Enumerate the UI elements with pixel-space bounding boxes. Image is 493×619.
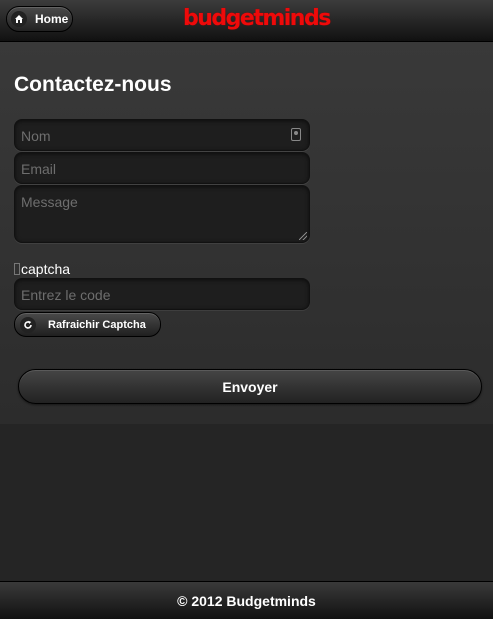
home-button-label: Home (35, 12, 69, 26)
captcha-image: captcha (14, 261, 70, 277)
name-placeholder: Nom (21, 128, 51, 144)
email-placeholder: Email (21, 161, 57, 177)
refresh-icon (20, 316, 36, 333)
broken-image-icon (14, 263, 20, 275)
contact-card-icon[interactable] (291, 128, 301, 141)
captcha-code-placeholder: Entrez le code (21, 287, 111, 303)
captcha-alt-text: captcha (21, 261, 71, 277)
footer-copyright: © 2012 Budgetminds (177, 592, 316, 609)
name-field[interactable]: Nom (14, 119, 310, 151)
footer: © 2012 Budgetminds (0, 581, 493, 619)
submit-button[interactable]: Envoyer (18, 369, 482, 404)
refresh-captcha-button[interactable]: Rafraichir Captcha (14, 312, 161, 337)
message-field[interactable]: Message (14, 185, 310, 243)
captcha-code-field[interactable]: Entrez le code (14, 278, 310, 310)
refresh-captcha-label: Rafraichir Captcha (48, 318, 146, 331)
resize-handle[interactable] (299, 232, 307, 240)
page-title: Contactez-nous (14, 73, 172, 96)
home-button[interactable]: Home (6, 6, 73, 32)
home-icon (11, 11, 27, 27)
email-field[interactable]: Email (14, 152, 310, 184)
message-placeholder: Message (21, 194, 78, 210)
submit-label: Envoyer (222, 378, 278, 395)
brand-logo[interactable]: budgetminds (183, 6, 331, 32)
header-bar: Home budgetminds (0, 0, 493, 42)
